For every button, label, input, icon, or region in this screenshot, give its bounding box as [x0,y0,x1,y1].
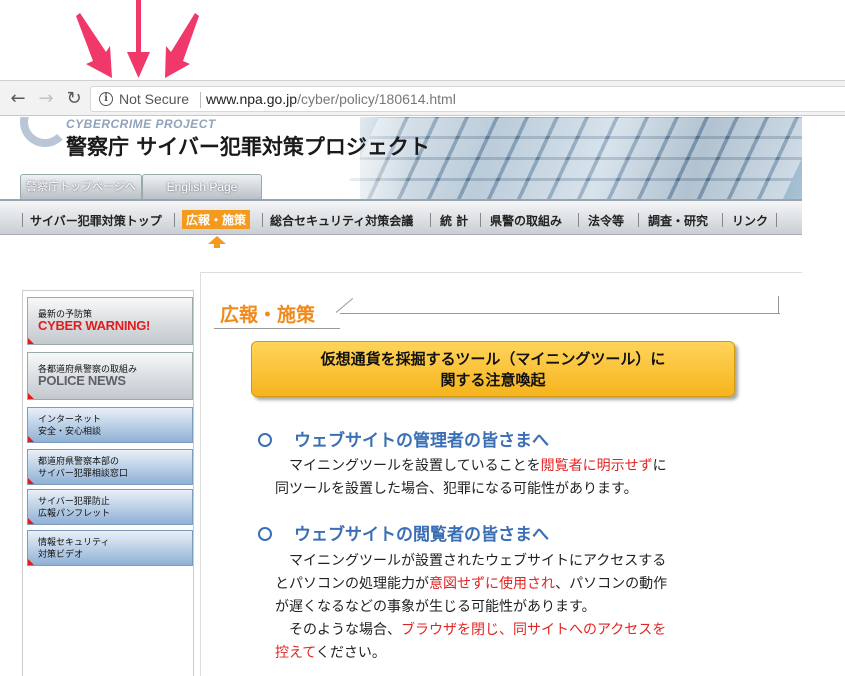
page-title: 広報・施策 [220,304,316,326]
sidebar-item-title: POLICE NEWS [38,373,126,388]
arrow-right-icon [165,13,199,78]
info-icon[interactable]: i [99,92,113,106]
nav-item-statistics[interactable]: 統 計 [440,212,468,229]
emphasis-text: ブラウザを閉じ、同サイトへのアクセスを [401,622,667,638]
tab-npa-top[interactable]: 警察庁トップページへ [20,174,142,199]
nav-item-pr-policy[interactable]: 広報・施策 [182,210,251,229]
sidebar-item-internet-consult[interactable]: インターネット 安全・安心相談 [27,407,193,443]
nav-item-research[interactable]: 調査・研究 [648,212,708,229]
emphasis-text: 閲覧者に明示せず [540,458,653,474]
sidebar-item-cyber-warning[interactable]: 最新の予防策 CYBER WARNING! [27,297,193,345]
corner-marker-icon [28,338,34,344]
sidebar-item-consult-window[interactable]: 都道府県警察本部の サイバー犯罪相談窓口 [27,449,193,485]
site-banner: CYBERCRIME PROJECT 警察庁 サイバー犯罪対策プロジェクト 警察… [0,117,802,199]
circle-bullet-icon [258,527,272,541]
nav-item-cyber-top[interactable]: サイバー犯罪対策トップ [30,212,162,229]
sidebar-item-label: 都道府県警察本部の サイバー犯罪相談窓口 [38,457,128,479]
back-arrow-icon[interactable]: ← [8,89,28,109]
circle-bullet-icon [258,433,272,447]
corner-marker-icon [28,559,34,565]
nav-item-laws[interactable]: 法令等 [588,212,624,229]
nav-item-prefectural[interactable]: 県警の取組み [490,212,562,229]
sidebar-item-police-news[interactable]: 各都道府県警察の取組み POLICE NEWS [27,352,193,400]
screenshot-root: ← → ↻ i Not Secure www.npa.go.jp/cyber/p… [0,0,845,676]
security-label[interactable]: Not Secure [119,91,189,107]
corner-marker-icon [28,393,34,399]
sidebar-item-title: CYBER WARNING! [38,318,151,333]
url-text[interactable]: www.npa.go.jp/cyber/policy/180614.html [206,91,456,107]
browser-toolbar: ← → ↻ i Not Secure www.npa.go.jp/cyber/p… [0,80,845,116]
sidebar-item-label: 情報セキュリティ 対策ビデオ [38,538,110,560]
annotation-arrows [76,0,199,78]
nav-item-security-council[interactable]: 総合セキュリティ対策会議 [270,212,413,229]
address-bar[interactable]: i Not Secure www.npa.go.jp/cyber/policy/… [90,86,845,112]
sidebar-item-label: インターネット 安全・安心相談 [38,415,102,437]
arrow-left-icon [76,13,112,78]
project-name-en: CYBERCRIME PROJECT [66,117,216,131]
main-nav: サイバー犯罪対策トップ 広報・施策 総合セキュリティ対策会議 統 計 県警の取組… [0,199,802,235]
nav-item-links[interactable]: リンク [732,212,768,229]
tab-english-page[interactable]: English Page [142,174,262,199]
forward-arrow-icon[interactable]: → [36,89,56,109]
corner-marker-icon [28,518,34,524]
viewers-paragraph: マイニングツールが設置されたウェブサイトにアクセスする とパソコンの処理能力が意… [275,553,668,661]
arrow-center-icon [127,0,150,78]
site-title[interactable]: 警察庁 サイバー犯罪対策プロジェクト [66,131,430,161]
logo-arc-icon [20,117,70,147]
corner-marker-icon [28,436,34,442]
notice-banner: 仮想通貨を採掘するツール（マイニングツール）に 関する注意喚起 [251,341,735,397]
url-host: www.npa.go.jp [206,91,298,107]
url-path: /cyber/policy/180614.html [297,91,456,107]
viewers-heading: ウェブサイトの閲覧者の皆さまへ [258,520,549,545]
emphasis-text: 意図せずに使用され [429,576,556,592]
admins-paragraph: マイニングツールを設置していることを閲覧者に明示せずに 同ツールを設置した場合、… [275,458,667,497]
emphasis-text: 控えて [275,645,316,661]
omnibox-divider [200,92,201,108]
admins-heading: ウェブサイトの管理者の皆さまへ [258,426,549,451]
sidebar-item-pamphlet[interactable]: サイバー犯罪防止 広報パンフレット [27,489,193,525]
sidebar-item-label: サイバー犯罪防止 広報パンフレット [38,497,111,519]
corner-marker-icon [28,478,34,484]
reload-icon[interactable]: ↻ [64,89,84,109]
sidebar-item-video[interactable]: 情報セキュリティ 対策ビデオ [27,530,193,566]
notice-text: 仮想通貨を採掘するツール（マイニングツール）に 関する注意喚起 [320,350,666,389]
